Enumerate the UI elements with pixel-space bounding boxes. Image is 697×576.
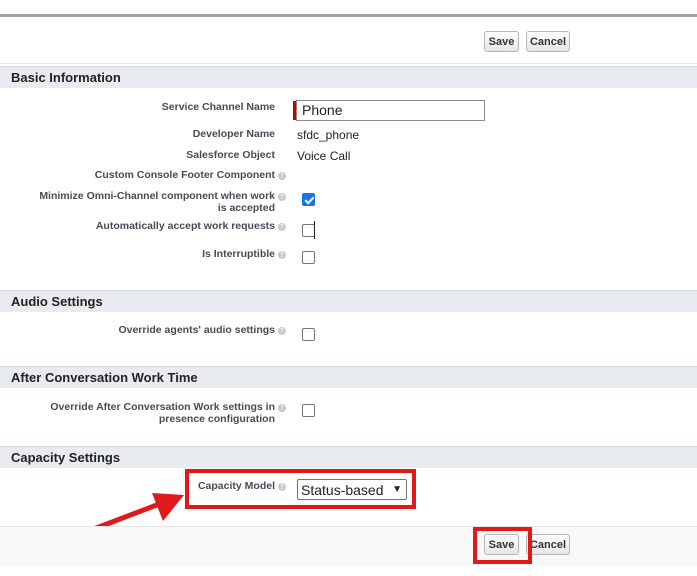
divider <box>0 526 697 527</box>
highlight-box-save <box>473 527 532 564</box>
cancel-button-bottom[interactable]: Cancel <box>526 534 570 555</box>
bottom-button-bar <box>0 526 697 566</box>
annotation-arrow-icon <box>90 493 184 533</box>
